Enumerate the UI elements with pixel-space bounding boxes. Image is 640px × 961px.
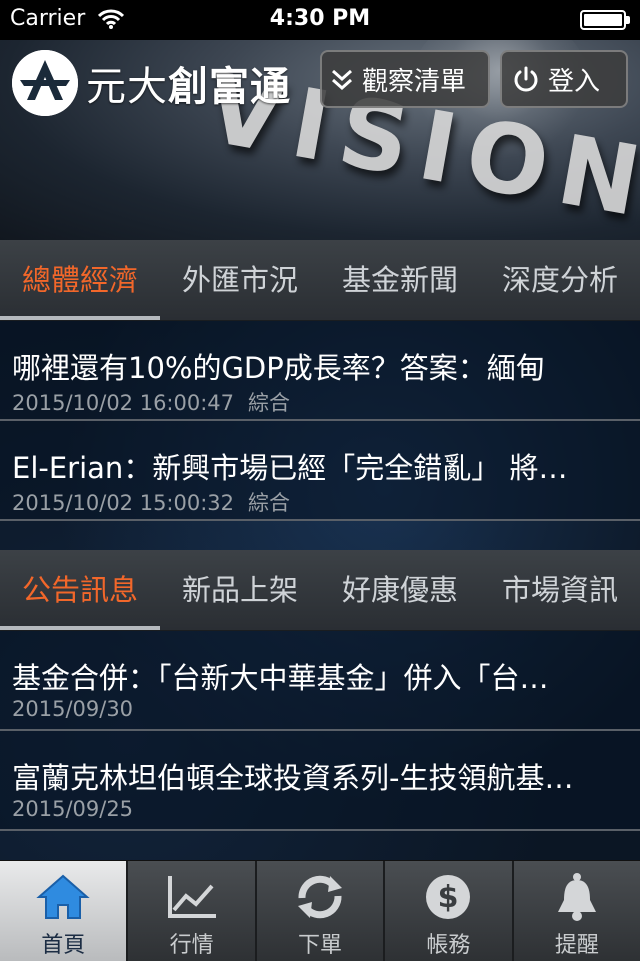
tab-announcements[interactable]: 公告訊息 <box>0 550 160 630</box>
brand-logo: 元大創富通 <box>12 50 291 116</box>
news-item[interactable]: 哪裡還有10%的GDP成長率？答案：緬甸 2015/10/02 16:00:47… <box>0 321 640 421</box>
news-meta: 2015/10/02 16:00:47 綜合 <box>12 387 290 417</box>
news-tabs: 總體經濟 外匯市況 基金新聞 深度分析 <box>0 240 640 321</box>
notice-list: 基金合併：「台新大中華基金」併入「台… 2015/09/30 富蘭克林坦伯頓全球… <box>0 631 640 831</box>
news-category: 綜合 <box>248 391 291 415</box>
toolbar-alerts-label: 提醒 <box>554 933 599 958</box>
toolbar-order[interactable]: 下單 <box>256 861 386 961</box>
toolbar-quotes-label: 行情 <box>169 933 214 958</box>
login-label: 登入 <box>548 66 601 97</box>
tab-forex[interactable]: 外匯市況 <box>160 240 320 320</box>
watchlist-button[interactable]: 觀察清單 <box>320 50 490 108</box>
news-item[interactable]: El-Erian：新興市場已經「完全錯亂」 將… 2015/10/02 15:0… <box>0 421 640 521</box>
power-icon <box>512 65 540 93</box>
status-bar: Carrier 4:30 PM <box>0 0 640 40</box>
tab-market-info[interactable]: 市場資訊 <box>480 550 640 630</box>
notice-date: 2015/09/30 <box>12 697 134 721</box>
news-datetime: 2015/10/02 16:00:47 <box>12 391 235 415</box>
notice-item[interactable]: 基金合併：「台新大中華基金」併入「台… 2015/09/30 <box>0 631 640 731</box>
news-title: 哪裡還有10%的GDP成長率？答案：緬甸 <box>12 351 545 385</box>
news-category: 綜合 <box>248 491 291 515</box>
login-button[interactable]: 登入 <box>500 50 628 108</box>
notice-section: 公告訊息 新品上架 好康優惠 市場資訊 基金合併：「台新大中華基金」併入「台… … <box>0 550 640 840</box>
hero-banner: VISION 元大創富通 觀察清單 登入 <box>0 40 640 240</box>
news-list: 哪裡還有10%的GDP成長率？答案：緬甸 2015/10/02 16:00:47… <box>0 321 640 521</box>
tab-promotions[interactable]: 好康優惠 <box>320 550 480 630</box>
logo-icon <box>12 50 78 116</box>
toolbar-account-label: 帳務 <box>426 933 471 958</box>
bottom-toolbar: 首頁 行情 下單 $ 帳務 提醒 <box>0 860 640 961</box>
news-datetime: 2015/10/02 15:00:32 <box>12 491 235 515</box>
news-title: El-Erian：新興市場已經「完全錯亂」 將… <box>12 451 568 485</box>
toolbar-home-label: 首頁 <box>41 933 86 958</box>
notice-title: 富蘭克林坦伯頓全球投資系列-生技領航基… <box>12 761 574 795</box>
home-icon <box>0 871 126 923</box>
news-meta: 2015/10/02 15:00:32 綜合 <box>12 487 290 517</box>
toolbar-alerts[interactable]: 提醒 <box>513 861 640 961</box>
notice-item[interactable]: 富蘭克林坦伯頓全球投資系列-生技領航基… 2015/09/25 <box>0 731 640 831</box>
battery-icon <box>580 10 630 30</box>
tab-deep-analysis[interactable]: 深度分析 <box>480 240 640 320</box>
toolbar-order-label: 下單 <box>298 933 343 958</box>
watchlist-label: 觀察清單 <box>362 66 467 97</box>
notice-tabs: 公告訊息 新品上架 好康優惠 市場資訊 <box>0 550 640 631</box>
bell-icon <box>514 871 640 923</box>
double-chevron-down-icon <box>330 65 354 93</box>
notice-date: 2015/09/25 <box>12 797 134 821</box>
toolbar-quotes[interactable]: 行情 <box>128 861 257 961</box>
toolbar-home[interactable]: 首頁 <box>0 861 129 961</box>
brand-name-part1: 元大 <box>86 64 168 110</box>
brand-name: 元大創富通 <box>86 54 291 112</box>
tab-new-products[interactable]: 新品上架 <box>160 550 320 630</box>
tab-macro-economy[interactable]: 總體經濟 <box>0 240 160 320</box>
refresh-icon <box>257 871 383 923</box>
chart-icon <box>128 871 254 923</box>
brand-name-part2: 創富通 <box>168 64 291 110</box>
tab-fund-news[interactable]: 基金新聞 <box>320 240 480 320</box>
clock: 4:30 PM <box>269 6 371 31</box>
dollar-icon: $ <box>385 871 511 923</box>
notice-title: 基金合併：「台新大中華基金」併入「台… <box>12 661 549 695</box>
news-section: 總體經濟 外匯市況 基金新聞 深度分析 哪裡還有10%的GDP成長率？答案：緬甸… <box>0 240 640 530</box>
toolbar-account[interactable]: $ 帳務 <box>385 861 514 961</box>
svg-text:$: $ <box>438 880 459 915</box>
